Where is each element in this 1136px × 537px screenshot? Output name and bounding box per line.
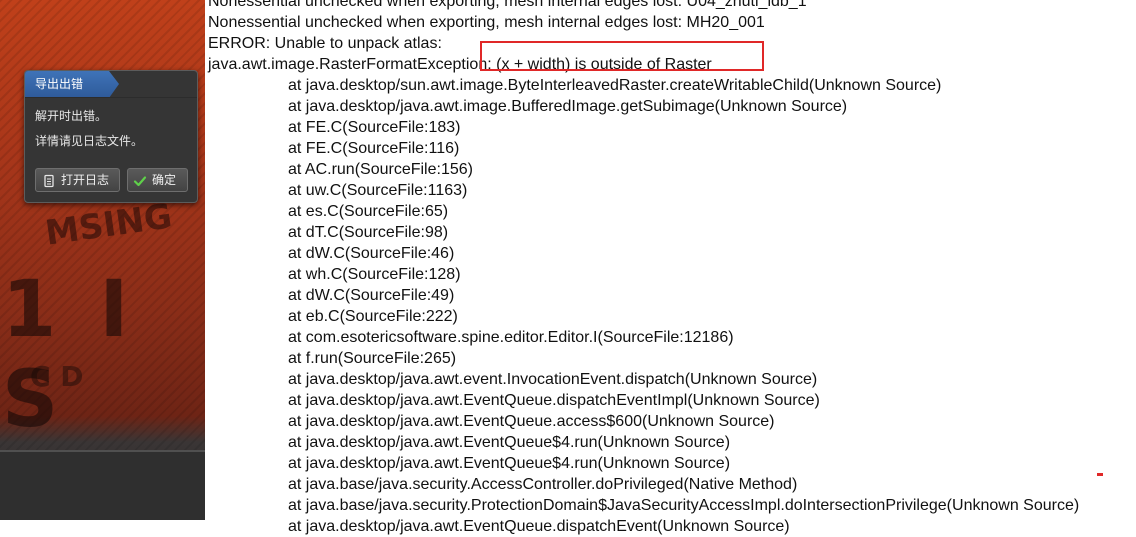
background-art-text: C D: [30, 360, 84, 393]
background-floor: [0, 450, 205, 520]
dialog-title-divider: [25, 97, 197, 98]
background-art-text: 1 I S: [2, 265, 137, 445]
stack-trace-line: at java.base/java.security.AccessControl…: [288, 476, 798, 493]
dialog-title: 导出出错: [25, 71, 119, 98]
stack-trace-line: at dT.C(SourceFile:98): [288, 224, 449, 241]
ok-button[interactable]: 确定: [127, 168, 188, 192]
stack-trace-line: at wh.C(SourceFile:128): [288, 266, 461, 283]
stack-trace-line: at dW.C(SourceFile:49): [288, 287, 455, 304]
stack-trace-line: at java.desktop/java.awt.EventQueue$4.ru…: [288, 434, 731, 451]
open-log-button-label: 打开日志: [61, 173, 110, 187]
stack-trace-line: at java.desktop/java.awt.EventQueue.acce…: [288, 413, 775, 430]
stack-trace-line: at FE.C(SourceFile:116): [288, 140, 460, 157]
log-output: Nonessential unchecked when exporting, m…: [208, 0, 1136, 537]
stack-trace-line: at com.esotericsoftware.spine.editor.Edi…: [288, 329, 734, 346]
ok-button-label: 确定: [152, 173, 177, 187]
stack-trace-line: at AC.run(SourceFile:156): [288, 161, 473, 178]
stack-trace-line: at eb.C(SourceFile:222): [288, 308, 458, 325]
background-divider: [0, 450, 205, 452]
open-log-button[interactable]: 打开日志: [35, 168, 120, 192]
stack-trace-line: at java.base/java.security.ProtectionDom…: [288, 497, 1080, 514]
stack-trace-line: at java.desktop/java.awt.image.BufferedI…: [288, 98, 848, 115]
stack-trace-line: at uw.C(SourceFile:1163): [288, 182, 468, 199]
log-line: Nonessential unchecked when exporting, m…: [208, 0, 807, 10]
stack-trace-line: at java.desktop/java.awt.EventQueue.disp…: [288, 392, 820, 409]
stack-trace-line: at dW.C(SourceFile:46): [288, 245, 455, 262]
stack-trace-line: at java.desktop/java.awt.EventQueue$4.ru…: [288, 455, 731, 472]
dialog-message: 解开时出错。: [35, 109, 108, 123]
stack-trace-line: at FE.C(SourceFile:183): [288, 119, 461, 136]
checkmark-icon: [133, 173, 147, 187]
stack-trace-line: at java.desktop/java.awt.event.Invocatio…: [288, 371, 818, 388]
background-art-text: MSING: [42, 196, 175, 254]
dialog-message-detail: 详情请见日志文件。: [35, 134, 144, 148]
stack-trace-line: at f.run(SourceFile:265): [288, 350, 457, 367]
stack-trace-line: at es.C(SourceFile:65): [288, 203, 449, 220]
export-error-dialog: 导出出错 解开时出错。 详情请见日志文件。 打开日志 确定: [24, 70, 198, 203]
red-annotation-mark: [1097, 473, 1103, 476]
stack-trace-line: at java.desktop/sun.awt.image.ByteInterl…: [288, 77, 942, 94]
stack-trace-line: at java.desktop/java.awt.EventQueue.disp…: [288, 518, 790, 535]
error-highlight-box: [480, 41, 764, 71]
log-line: Nonessential unchecked when exporting, m…: [208, 14, 765, 31]
document-icon: [42, 173, 56, 188]
